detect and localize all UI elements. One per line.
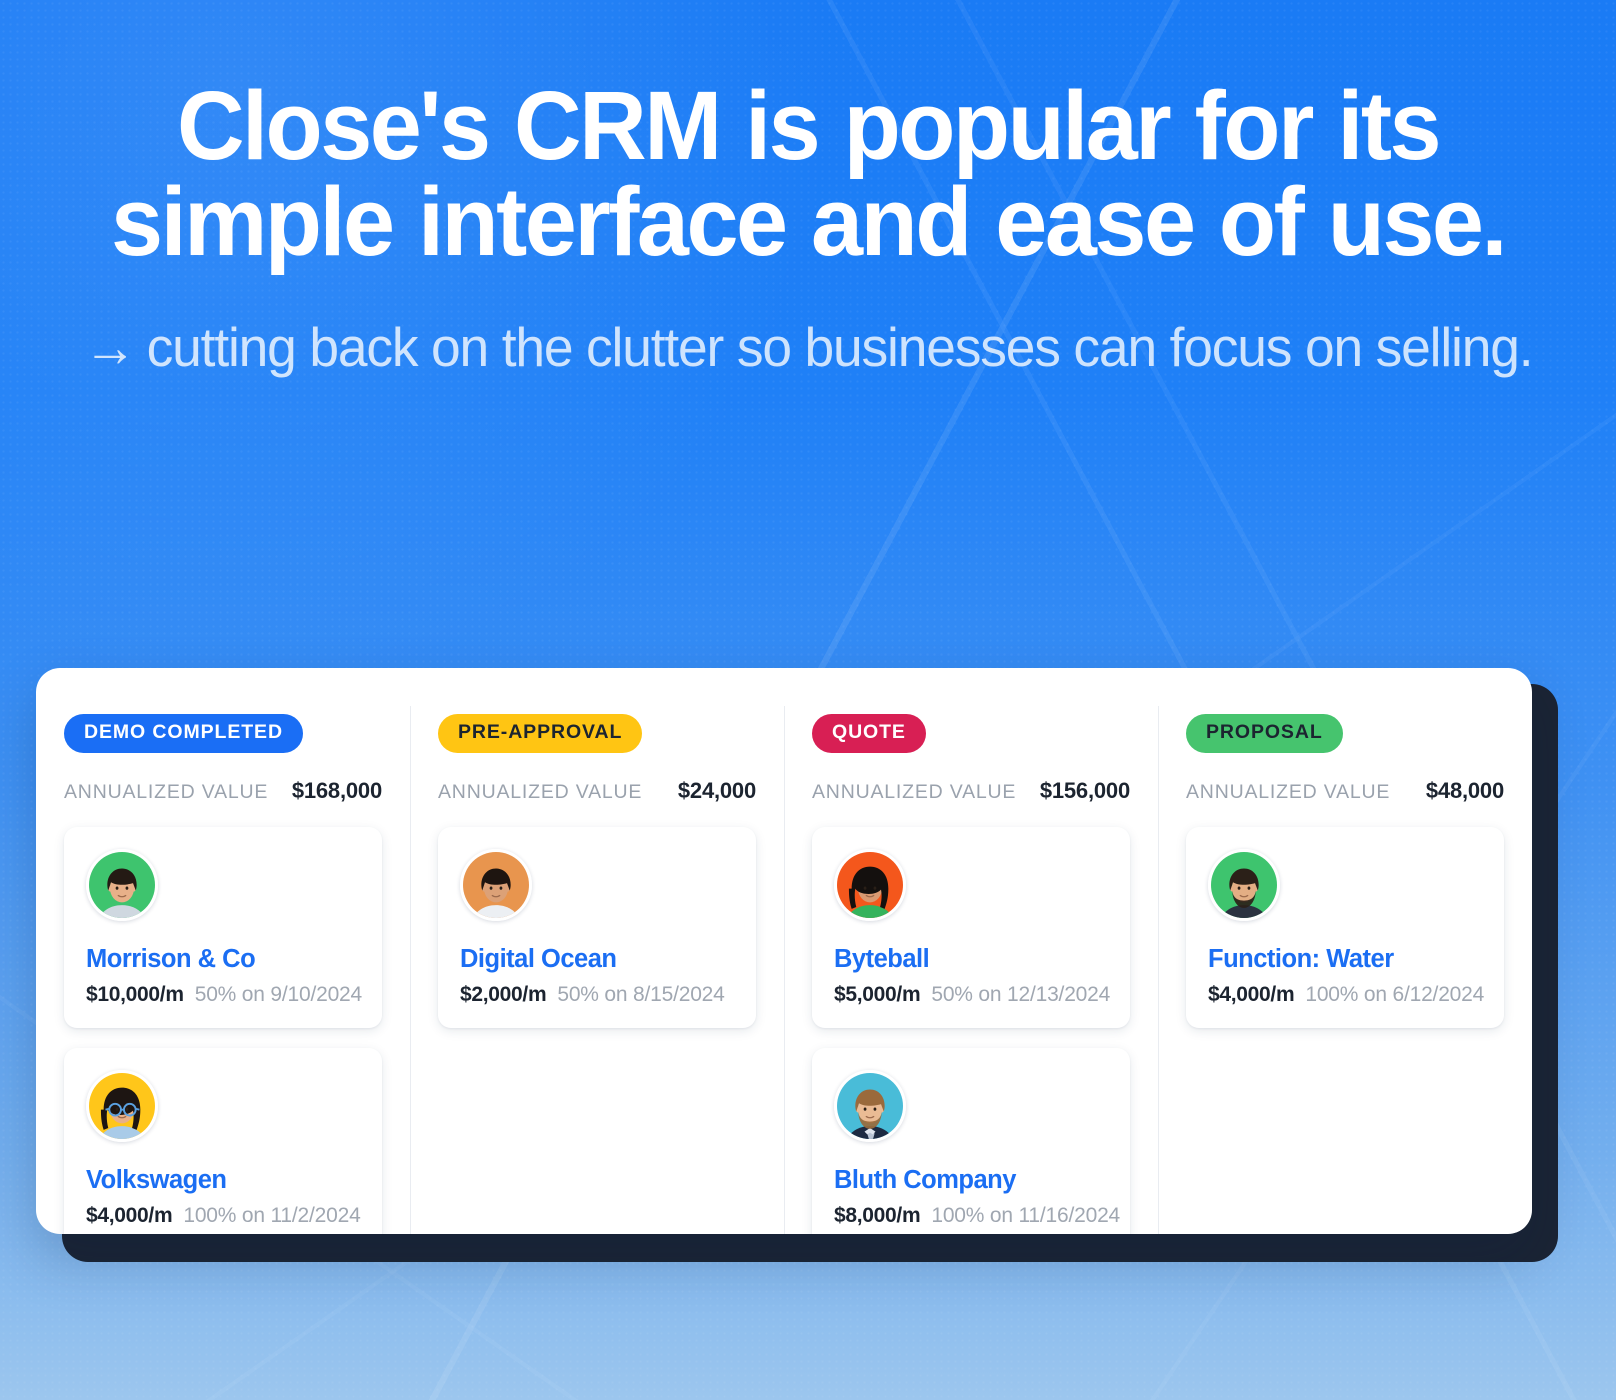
annualized-value-label: ANNUALIZED VALUE: [438, 780, 643, 803]
page-subtitle: → cutting back on the clutter so business…: [69, 316, 1547, 380]
pipeline-column-body: PRE-APPROVAL ANNUALIZED VALUE $24,000 Digi…: [438, 714, 756, 1028]
lead-mrr: $8,000/m: [834, 1203, 921, 1227]
annualized-value-amount: $168,000: [291, 777, 382, 803]
lead-meta: $10,000/m 50% on 9/10/2024: [86, 982, 363, 1007]
annualized-value-amount: $48,000: [1425, 777, 1504, 803]
annualized-value-amount: $24,000: [677, 777, 756, 803]
stage-badge[interactable]: PROPOSAL: [1186, 714, 1343, 753]
lead-card-list: Byteball $5,000/m 50% on 12/13/2024 Bluth …: [812, 826, 1130, 1234]
arrow-right-icon: →: [83, 316, 137, 379]
lead-probability: 50% on 12/13/2024: [931, 982, 1111, 1006]
stage-badge[interactable]: PRE-APPROVAL: [438, 714, 643, 753]
crm-pipeline-window: DEMO COMPLETED ANNUALIZED VALUE $168,000 M…: [36, 668, 1532, 1234]
lead-card[interactable]: Morrison & Co $10,000/m 50% on 9/10/2024: [64, 826, 382, 1028]
lead-meta: $5,000/m 50% on 12/13/2024: [834, 982, 1111, 1007]
lead-company-name[interactable]: Morrison & Co: [86, 945, 360, 973]
avatar: [460, 848, 532, 921]
lead-mrr: $4,000/m: [86, 1203, 173, 1227]
avatar: [834, 1069, 906, 1142]
avatar: [1208, 848, 1280, 921]
lead-card[interactable]: Digital Ocean $2,000/m 50% on 8/15/2024: [438, 826, 756, 1028]
lead-card[interactable]: Volkswagen $4,000/m 100% on 11/2/2024: [64, 1047, 382, 1234]
lead-probability: 100% on 11/2/2024: [183, 1203, 361, 1227]
lead-company-name[interactable]: Volkswagen: [86, 1166, 360, 1194]
page-subtitle-text: cutting back on the clutter so businesse…: [146, 316, 1534, 379]
pipeline-column: QUOTE ANNUALIZED VALUE $156,000 Byteball $5…: [784, 668, 1158, 1234]
lead-company-name[interactable]: Byteball: [834, 945, 1108, 973]
lead-mrr: $5,000/m: [834, 982, 921, 1006]
stage-badge[interactable]: DEMO COMPLETED: [64, 714, 303, 753]
lead-company-name[interactable]: Bluth Company: [834, 1166, 1108, 1194]
pipeline-column-body: DEMO COMPLETED ANNUALIZED VALUE $168,000 M…: [64, 714, 382, 1234]
lead-probability: 100% on 11/16/2024: [931, 1203, 1121, 1227]
pipeline-column: PRE-APPROVAL ANNUALIZED VALUE $24,000 Digi…: [410, 668, 784, 1234]
page-title: Close's CRM is popular for its simple in…: [111, 71, 1507, 277]
lead-mrr: $10,000/m: [86, 982, 184, 1006]
lead-card[interactable]: Function: Water $4,000/m 100% on 6/12/2024: [1186, 826, 1504, 1028]
annualized-value-row: ANNUALIZED VALUE $24,000: [438, 778, 756, 806]
lead-meta: $8,000/m 100% on 11/16/2024: [834, 1203, 1120, 1228]
lead-company-name[interactable]: Digital Ocean: [460, 945, 734, 973]
annualized-value-label: ANNUALIZED VALUE: [64, 780, 269, 803]
lead-probability: 50% on 8/15/2024: [557, 982, 725, 1006]
annualized-value-label: ANNUALIZED VALUE: [1186, 780, 1391, 803]
avatar: [86, 848, 158, 921]
lead-card[interactable]: Bluth Company $8,000/m 100% on 11/16/2024: [812, 1047, 1130, 1234]
avatar: [86, 1069, 158, 1142]
lead-mrr: $2,000/m: [460, 982, 547, 1006]
lead-probability: 50% on 9/10/2024: [194, 982, 363, 1006]
annualized-value-row: ANNUALIZED VALUE $168,000: [64, 778, 382, 806]
lead-card-list: Digital Ocean $2,000/m 50% on 8/15/2024: [438, 826, 756, 1028]
pipeline-board: DEMO COMPLETED ANNUALIZED VALUE $168,000 M…: [36, 668, 1532, 1234]
lead-card-list: Morrison & Co $10,000/m 50% on 9/10/2024 V…: [64, 826, 382, 1234]
annualized-value-label: ANNUALIZED VALUE: [812, 780, 1017, 803]
lead-probability: 100% on 6/12/2024: [1305, 982, 1485, 1006]
lead-card-list: Function: Water $4,000/m 100% on 6/12/2024: [1186, 826, 1504, 1028]
annualized-value-row: ANNUALIZED VALUE $48,000: [1186, 778, 1504, 806]
hero-section: Close's CRM is popular for its simple in…: [0, 71, 1616, 380]
lead-meta: $2,000/m 50% on 8/15/2024: [460, 982, 734, 1007]
pipeline-column: DEMO COMPLETED ANNUALIZED VALUE $168,000 M…: [36, 668, 410, 1234]
pipeline-column-body: QUOTE ANNUALIZED VALUE $156,000 Byteball $5…: [812, 714, 1130, 1234]
annualized-value-row: ANNUALIZED VALUE $156,000: [812, 778, 1130, 806]
lead-card[interactable]: Byteball $5,000/m 50% on 12/13/2024: [812, 826, 1130, 1028]
app-screenshot: DEMO COMPLETED ANNUALIZED VALUE $168,000 M…: [36, 668, 1558, 1262]
pipeline-column: PROPOSAL ANNUALIZED VALUE $48,000 Function…: [1158, 668, 1532, 1234]
lead-company-name[interactable]: Function: Water: [1208, 945, 1482, 973]
stage-badge[interactable]: QUOTE: [812, 714, 926, 753]
lead-meta: $4,000/m 100% on 6/12/2024: [1208, 982, 1485, 1007]
lead-meta: $4,000/m 100% on 11/2/2024: [86, 1203, 361, 1228]
avatar: [834, 848, 906, 921]
pipeline-column-body: PROPOSAL ANNUALIZED VALUE $48,000 Function…: [1186, 714, 1504, 1028]
annualized-value-amount: $156,000: [1039, 777, 1130, 803]
lead-mrr: $4,000/m: [1208, 982, 1295, 1006]
